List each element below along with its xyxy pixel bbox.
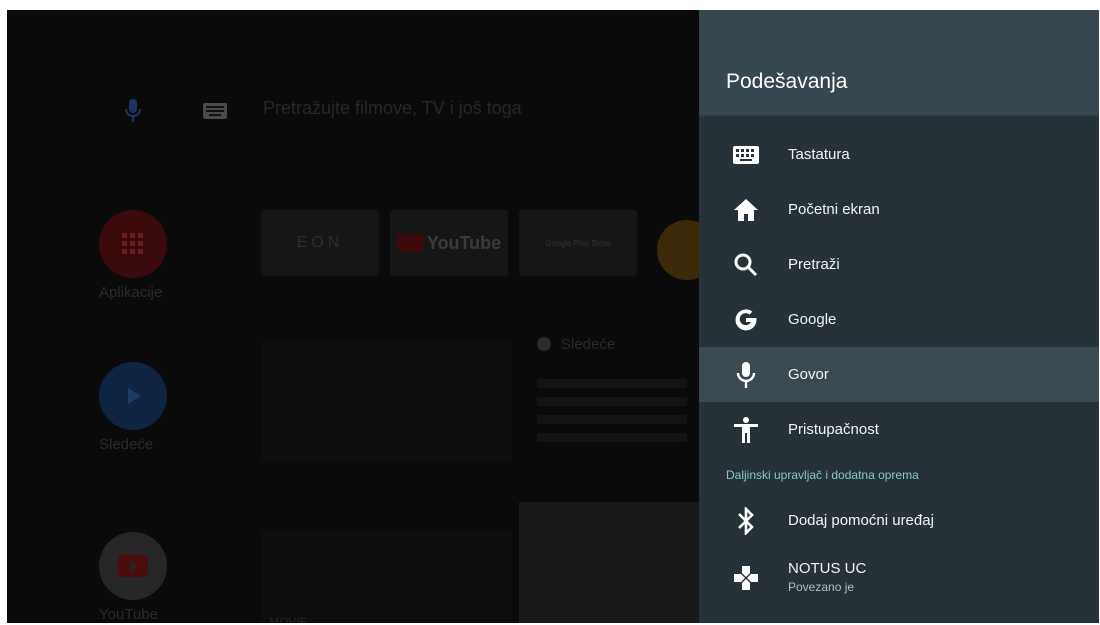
menu-item-keyboard[interactable]: Tastatura bbox=[699, 127, 1099, 182]
movie-thumbnail[interactable] bbox=[262, 530, 512, 623]
play-icon bbox=[99, 362, 167, 430]
movie-thumbnail[interactable] bbox=[519, 502, 719, 623]
youtube-icon bbox=[99, 532, 167, 600]
apps-grid-icon bbox=[99, 210, 167, 278]
menu-item-home-screen[interactable]: Početni ekran bbox=[699, 182, 1099, 237]
tile-label: EON bbox=[296, 234, 344, 251]
connection-status: Povezano je bbox=[788, 580, 855, 594]
play-icon bbox=[537, 337, 551, 351]
settings-menu: Tastatura Početni ekran Pretraži Google bbox=[699, 127, 1099, 608]
google-icon bbox=[733, 307, 759, 333]
bluetooth-icon bbox=[733, 506, 759, 535]
menu-item-label: Google bbox=[788, 311, 837, 328]
voice-search-icon[interactable] bbox=[123, 98, 143, 124]
side-app-label: YouTube bbox=[99, 606, 158, 623]
app-tile-google-play[interactable]: Google Play Store bbox=[519, 210, 637, 276]
youtube-logo-icon bbox=[396, 234, 423, 252]
tile-label: Google Play Store bbox=[545, 238, 611, 248]
keyboard-search-icon[interactable] bbox=[203, 103, 227, 119]
home-icon bbox=[733, 197, 759, 223]
keyboard-icon bbox=[733, 142, 759, 168]
menu-item-label: Dodaj pomoćni uređaj bbox=[788, 512, 934, 529]
app-tile-youtube[interactable]: YouTube bbox=[390, 210, 508, 276]
menu-item-label: Početni ekran bbox=[788, 201, 880, 218]
tv-screen: Pretražujte filmove, TV i još toga Aplik… bbox=[7, 10, 1099, 623]
side-app-apps[interactable]: Aplikacije bbox=[99, 210, 179, 301]
next-preview-image[interactable] bbox=[262, 342, 512, 462]
section-header-remote-accessories: Daljinski upravljač i dodatna oprema bbox=[726, 468, 919, 482]
app-tile-eon[interactable]: EON bbox=[261, 210, 379, 276]
menu-item-add-accessory[interactable]: Dodaj pomoćni uređaj bbox=[699, 493, 1099, 548]
settings-header: Podešavanja bbox=[699, 10, 1099, 117]
menu-item-google[interactable]: Google bbox=[699, 292, 1099, 347]
microphone-icon bbox=[733, 361, 759, 388]
settings-panel: Podešavanja Tastatura Početni ekran Pret… bbox=[699, 10, 1099, 623]
side-app-next[interactable]: Sledeće bbox=[99, 362, 179, 453]
menu-item-label: Govor bbox=[788, 366, 829, 383]
launcher-background: Pretražujte filmove, TV i još toga Aplik… bbox=[7, 10, 719, 623]
next-row-label: Sledeće bbox=[537, 336, 615, 353]
menu-item-notus-uc[interactable]: NOTUS UC Povezano je bbox=[699, 548, 1099, 608]
side-app-label: Sledeće bbox=[99, 436, 154, 453]
tile-label: YouTube bbox=[426, 232, 502, 253]
menu-item-label: NOTUS UC bbox=[788, 560, 867, 577]
menu-item-label: Tastatura bbox=[788, 146, 850, 163]
side-app-youtube[interactable]: YouTube bbox=[99, 532, 179, 623]
search-placeholder[interactable]: Pretražujte filmove, TV i još toga bbox=[263, 98, 522, 119]
next-description bbox=[537, 370, 687, 451]
movie-row-label: MOVIE bbox=[269, 615, 308, 623]
menu-item-accessibility[interactable]: Pristupačnost bbox=[699, 402, 1099, 457]
menu-item-label: Pretraži bbox=[788, 256, 840, 273]
menu-item-speech[interactable]: Govor bbox=[699, 347, 1099, 402]
page-title: Podešavanja bbox=[726, 70, 848, 93]
accessibility-icon bbox=[733, 416, 759, 443]
side-app-label: Aplikacije bbox=[99, 284, 163, 301]
menu-item-search[interactable]: Pretraži bbox=[699, 237, 1099, 292]
menu-item-label: Pristupačnost bbox=[788, 421, 879, 438]
search-icon bbox=[733, 252, 759, 278]
gamepad-icon bbox=[733, 565, 759, 591]
